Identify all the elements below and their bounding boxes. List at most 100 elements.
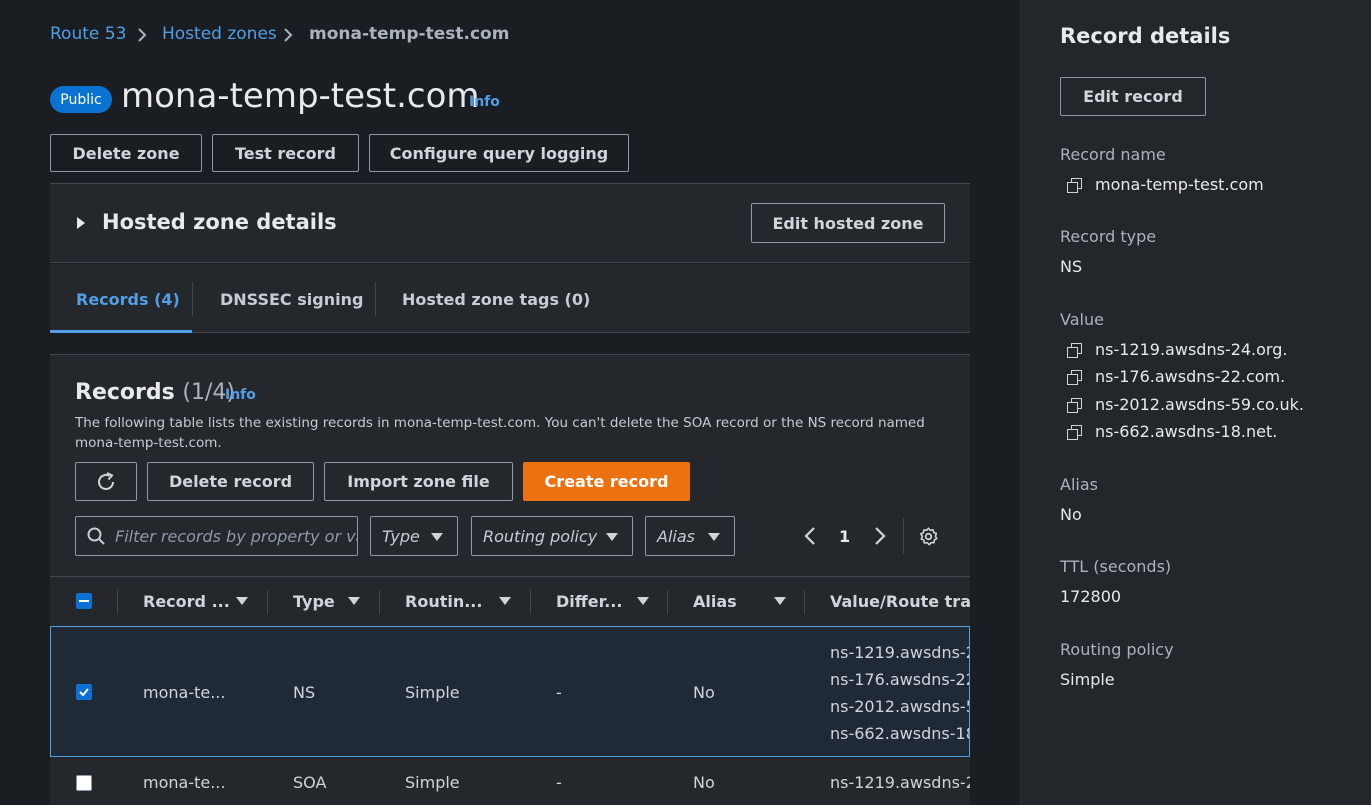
indeterminate-mark bbox=[79, 600, 89, 602]
select-all-checkbox[interactable] bbox=[76, 593, 92, 609]
sort-caret-icon[interactable] bbox=[774, 597, 786, 605]
value-line: ns-2012.awsdns-59.co.uk. bbox=[830, 697, 969, 716]
differentiator-cell: - bbox=[556, 683, 562, 702]
value-line: ns-176.awsdns-22.com. bbox=[830, 670, 969, 689]
ttl-value: 172800 bbox=[1060, 587, 1122, 606]
configure-query-logging-button[interactable]: Configure query logging bbox=[369, 134, 629, 172]
records-description-line2: mona-temp-test.com. bbox=[75, 435, 222, 451]
edit-record-button[interactable]: Edit record bbox=[1060, 77, 1206, 116]
tab-dnssec-signing[interactable]: DNSSEC signing bbox=[220, 290, 363, 309]
next-page-icon[interactable] bbox=[873, 526, 887, 546]
value-cell: ns-1219.awsdns-24.org. ns-176.awsdns-22.… bbox=[830, 639, 969, 747]
caret-right-icon[interactable] bbox=[76, 216, 86, 230]
copy-icon[interactable] bbox=[1067, 425, 1082, 440]
settings-gear-icon[interactable] bbox=[918, 526, 939, 547]
tab-hosted-zone-tags[interactable]: Hosted zone tags (0) bbox=[402, 290, 590, 309]
records-info-link[interactable]: Info bbox=[225, 387, 256, 403]
value-item: ns-176.awsdns-22.com. bbox=[1095, 367, 1286, 386]
caret-down-icon bbox=[708, 533, 720, 541]
value-line: ns-662.awsdns-18.net. bbox=[830, 724, 969, 743]
row-checkbox[interactable] bbox=[76, 684, 92, 700]
copy-icon[interactable] bbox=[1067, 178, 1082, 193]
record-name-value: mona-temp-test.com bbox=[1095, 175, 1264, 194]
delete-zone-button[interactable]: Delete zone bbox=[50, 134, 202, 172]
routing-policy-cell: Simple bbox=[405, 683, 460, 702]
public-badge: Public bbox=[50, 86, 112, 113]
chevron-right-icon bbox=[284, 28, 293, 42]
breadcrumb-current: mona-temp-test.com bbox=[309, 24, 510, 44]
type-filter-label: Type bbox=[382, 526, 420, 546]
routing-policy-value: Simple bbox=[1060, 670, 1115, 689]
column-header-differentiator[interactable]: Differ... bbox=[556, 592, 622, 611]
previous-page-icon[interactable] bbox=[803, 526, 817, 546]
create-record-button[interactable]: Create record bbox=[523, 462, 690, 501]
record-type-cell: SOA bbox=[293, 773, 327, 792]
records-title-text: Records bbox=[75, 380, 175, 405]
delete-record-button[interactable]: Delete record bbox=[147, 462, 314, 501]
caret-down-icon bbox=[431, 533, 443, 541]
test-record-button[interactable]: Test record bbox=[212, 134, 359, 172]
copy-icon[interactable] bbox=[1067, 398, 1082, 413]
record-type-label: Record type bbox=[1060, 227, 1157, 246]
table-row[interactable]: mona-te... NS Simple - No ns-1219.awsdns… bbox=[50, 626, 970, 757]
value-label: Value bbox=[1060, 310, 1104, 329]
record-name-cell[interactable]: mona-te... bbox=[143, 683, 225, 702]
copy-icon[interactable] bbox=[1067, 370, 1082, 385]
search-icon bbox=[87, 527, 105, 545]
column-header-record-name[interactable]: Record ... bbox=[143, 592, 230, 611]
page-number[interactable]: 1 bbox=[839, 527, 850, 546]
check-icon bbox=[79, 688, 89, 697]
column-header-type[interactable]: Type bbox=[293, 592, 335, 611]
differentiator-cell: - bbox=[556, 773, 562, 792]
column-header-alias[interactable]: Alias bbox=[693, 592, 737, 611]
routing-filter-label: Routing policy bbox=[483, 526, 598, 546]
alias-cell: No bbox=[693, 773, 715, 792]
records-description: The following table lists the existing r… bbox=[75, 413, 955, 453]
edit-hosted-zone-button[interactable]: Edit hosted zone bbox=[751, 203, 945, 243]
sort-caret-icon[interactable] bbox=[499, 597, 511, 605]
record-details-title: Record details bbox=[1060, 24, 1231, 48]
records-title: Records (1/4) bbox=[75, 380, 235, 405]
tabs-bar: Records (4) DNSSEC signing Hosted zone t… bbox=[50, 264, 970, 333]
row-checkbox[interactable] bbox=[76, 775, 92, 791]
record-type-value: NS bbox=[1060, 257, 1083, 276]
caret-down-icon bbox=[606, 533, 618, 541]
value-cell: ns-1219.awsdns-24.org. bbox=[830, 773, 970, 792]
alias-value: No bbox=[1060, 505, 1082, 524]
value-item: ns-2012.awsdns-59.co.uk. bbox=[1095, 395, 1305, 414]
hosted-zone-details-title[interactable]: Hosted zone details bbox=[102, 210, 337, 234]
refresh-button[interactable] bbox=[75, 462, 137, 501]
sort-caret-icon[interactable] bbox=[637, 597, 649, 605]
alias-cell: No bbox=[693, 683, 715, 702]
table-header: Record ... Type Routin... Differ... Alia… bbox=[50, 577, 970, 626]
hosted-zone-details-panel: Hosted zone details Edit hosted zone bbox=[50, 183, 970, 263]
record-details-panel: Record details Edit record Record name m… bbox=[1021, 0, 1371, 805]
refresh-icon bbox=[98, 471, 114, 490]
import-zone-file-button[interactable]: Import zone file bbox=[324, 462, 513, 501]
page-title: mona-temp-test.com bbox=[121, 76, 480, 116]
filter-placeholder: Filter records by property or value bbox=[115, 526, 357, 546]
column-header-value[interactable]: Value/Route traffic to bbox=[830, 592, 970, 611]
value-item: ns-662.awsdns-18.net. bbox=[1095, 422, 1278, 441]
value-item: ns-1219.awsdns-24.org. bbox=[1095, 340, 1288, 359]
alias-filter-label: Alias bbox=[657, 526, 695, 546]
type-filter-select[interactable]: Type bbox=[370, 516, 458, 556]
filter-search-input[interactable]: Filter records by property or value bbox=[75, 516, 358, 556]
record-name-label: Record name bbox=[1060, 145, 1166, 164]
sort-caret-icon[interactable] bbox=[236, 597, 248, 605]
chevron-right-icon bbox=[138, 28, 147, 42]
copy-icon[interactable] bbox=[1067, 343, 1082, 358]
tab-records[interactable]: Records (4) bbox=[76, 290, 180, 309]
tab-records-underline bbox=[50, 330, 192, 333]
table-row[interactable]: mona-te... SOA Simple - No ns-1219.awsdn… bbox=[50, 758, 970, 805]
sort-caret-icon[interactable] bbox=[348, 597, 360, 605]
alias-filter-select[interactable]: Alias bbox=[645, 516, 735, 556]
title-info-link[interactable]: Info bbox=[469, 94, 500, 110]
column-header-routing-policy[interactable]: Routin... bbox=[405, 592, 482, 611]
routing-policy-cell: Simple bbox=[405, 773, 460, 792]
breadcrumb-route53[interactable]: Route 53 bbox=[50, 24, 126, 44]
record-type-cell: NS bbox=[293, 683, 316, 702]
routing-policy-filter-select[interactable]: Routing policy bbox=[471, 516, 633, 556]
record-name-cell[interactable]: mona-te... bbox=[143, 773, 225, 792]
breadcrumb-hosted-zones[interactable]: Hosted zones bbox=[162, 24, 277, 44]
